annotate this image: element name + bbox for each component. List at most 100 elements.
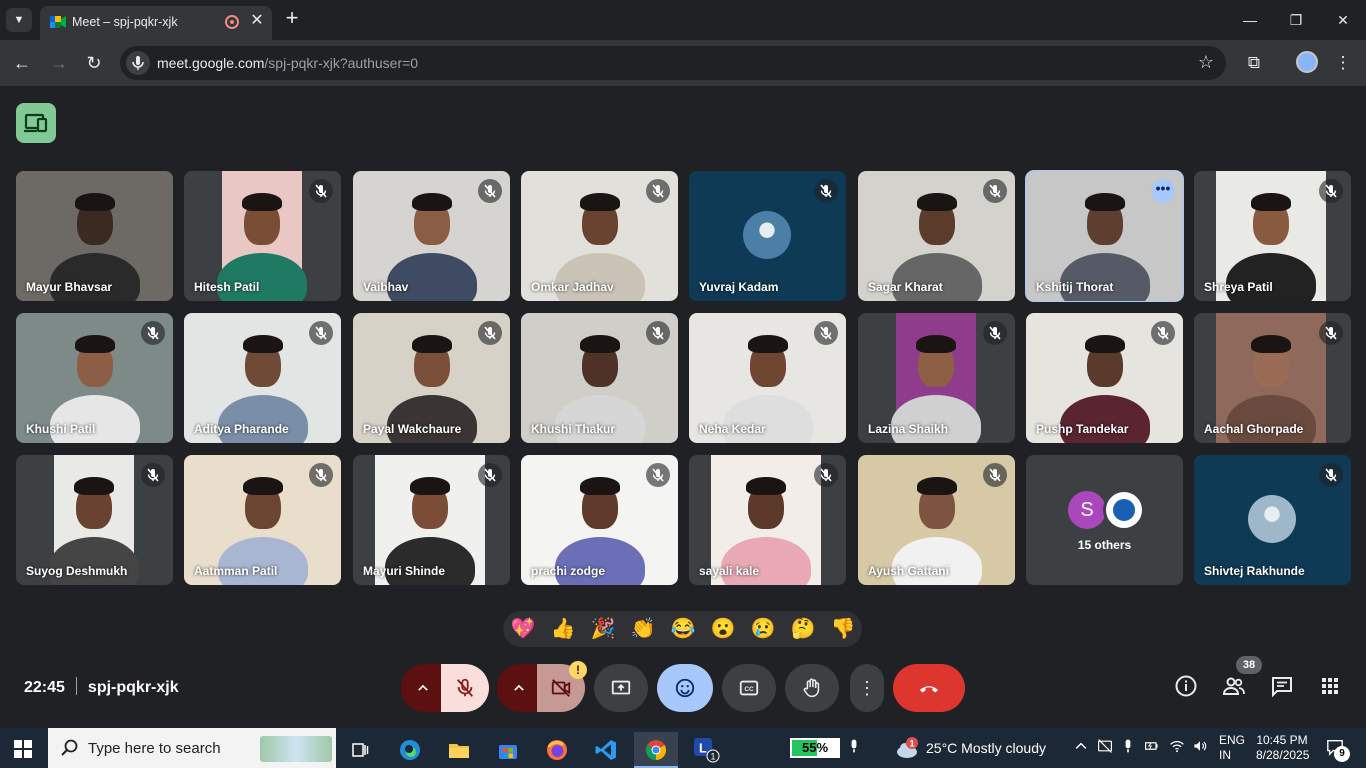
participant-tile[interactable]: prachi zodge <box>521 455 678 585</box>
microsoft-store-icon[interactable] <box>486 732 530 768</box>
lumi-app-icon[interactable]: L1 <box>684 732 728 768</box>
participant-tile[interactable]: Vaibhav <box>353 171 510 301</box>
reaction-emoji[interactable]: 🤔 <box>789 615 817 643</box>
language-indicator[interactable]: ENG IN <box>1219 733 1245 763</box>
captions-button[interactable]: CC <box>722 664 776 712</box>
forward-button[interactable]: → <box>45 49 73 77</box>
reaction-emoji[interactable]: 👏 <box>629 615 657 643</box>
close-tab-icon[interactable]: ✕ <box>248 12 266 30</box>
participant-tile[interactable]: Neha Kedar <box>689 313 846 443</box>
mic-off-icon <box>456 678 474 697</box>
muted-mic-icon <box>646 179 670 203</box>
participant-tile[interactable]: Khushi Thakur <box>521 313 678 443</box>
activities-icon[interactable] <box>1316 674 1344 702</box>
file-explorer-icon[interactable] <box>437 732 481 768</box>
power-icon[interactable] <box>1141 738 1163 757</box>
participant-tile[interactable]: Ayush Gattani <box>858 455 1015 585</box>
weather-text[interactable]: 25°C Mostly cloudy <box>926 740 1046 756</box>
reaction-emoji[interactable]: 🎉 <box>589 615 617 643</box>
muted-mic-icon <box>1319 321 1343 345</box>
reload-button[interactable]: ↻ <box>80 49 108 77</box>
participant-tile[interactable]: Aditya Pharande <box>184 313 341 443</box>
tile-more-options-icon[interactable]: ••• <box>1151 179 1175 203</box>
leave-call-button[interactable] <box>893 664 965 712</box>
tab-meet[interactable]: Meet – spj-pqkr-xjk ✕ <box>40 6 272 40</box>
mic-tray-icon[interactable] <box>1117 738 1139 757</box>
reaction-emoji[interactable]: 👍 <box>549 615 577 643</box>
address-bar[interactable]: meet.google.com/spj-pqkr-xjk?authuser=0 … <box>120 46 1226 80</box>
meeting-details-icon[interactable] <box>1172 674 1200 702</box>
participant-tile[interactable]: Suyog Deshmukh <box>16 455 173 585</box>
participant-tile[interactable]: sayali kale <box>689 455 846 585</box>
muted-mic-icon <box>983 463 1007 487</box>
participant-hair <box>747 335 788 353</box>
participant-tile[interactable]: Yuvraj Kadam <box>689 171 846 301</box>
reaction-emoji[interactable]: 💖 <box>509 615 537 643</box>
people-icon[interactable] <box>1220 674 1248 702</box>
participant-name: Khushi Thakur <box>531 422 616 436</box>
participant-tile[interactable]: Mayuri Shinde <box>353 455 510 585</box>
participant-tile[interactable]: Aatmman Patil <box>184 455 341 585</box>
more-options-button[interactable]: ⋮ <box>850 664 884 712</box>
microphone-off-button[interactable] <box>441 664 489 712</box>
close-window-button[interactable]: ✕ <box>1320 0 1366 40</box>
back-button[interactable]: ← <box>8 49 36 77</box>
participant-tile[interactable]: Mayur Bhavsar <box>16 171 173 301</box>
participant-tile[interactable]: S 15 others <box>1026 455 1183 585</box>
raise-hand-button[interactable] <box>785 664 839 712</box>
participant-tile[interactable]: Shreya Patil <box>1194 171 1351 301</box>
chat-icon[interactable] <box>1268 674 1296 702</box>
participant-tile[interactable]: Payal Wakchaure <box>353 313 510 443</box>
reaction-emoji[interactable]: 😮 <box>709 615 737 643</box>
new-tab-button[interactable]: + <box>282 7 302 29</box>
microphone-icon[interactable] <box>843 738 865 757</box>
meet-status-icon[interactable] <box>1094 738 1116 757</box>
battery-indicator[interactable]: 55% <box>790 738 840 758</box>
system-clock[interactable]: 10:45 PM 8/28/2025 <box>1256 733 1309 763</box>
edge-icon[interactable] <box>388 732 432 768</box>
emoji-icon <box>675 678 695 698</box>
participant-hair <box>74 193 115 211</box>
participant-name: Shivtej Rakhunde <box>1204 564 1305 578</box>
site-info-icon[interactable] <box>126 51 150 75</box>
audio-options-chevron[interactable] <box>401 664 445 712</box>
participant-name: Khushi Patil <box>26 422 96 436</box>
companion-mode-icon[interactable] <box>16 103 56 143</box>
participant-tile[interactable]: Pushp Tandekar <box>1026 313 1183 443</box>
firefox-icon[interactable] <box>535 732 579 768</box>
reaction-emoji[interactable]: 😂 <box>669 615 697 643</box>
participant-hair <box>579 193 620 211</box>
wifi-icon[interactable] <box>1166 738 1188 757</box>
video-options-chevron[interactable] <box>497 664 541 712</box>
reactions-button[interactable] <box>657 664 713 712</box>
participant-tile[interactable]: Khushi Patil <box>16 313 173 443</box>
reaction-emoji[interactable]: 👎 <box>829 615 857 643</box>
reaction-emoji[interactable]: 😢 <box>749 615 777 643</box>
participant-tile[interactable]: Hitesh Patil <box>184 171 341 301</box>
windows-taskbar: Type here to search L1 55% 1 25°C Mostly… <box>0 728 1366 768</box>
participant-tile[interactable]: Lazina Shaikh <box>858 313 1015 443</box>
task-view-icon[interactable] <box>338 732 382 768</box>
participant-tile[interactable]: Omkar Jadhav <box>521 171 678 301</box>
participant-tile[interactable]: Sagar Kharat <box>858 171 1015 301</box>
chrome-menu-icon[interactable]: ⋮ <box>1329 49 1357 77</box>
present-screen-button[interactable] <box>594 664 648 712</box>
cloudy-weather-icon[interactable]: 1 <box>894 736 922 760</box>
tab-search-button[interactable]: ▼ <box>6 8 32 32</box>
bookmark-star-icon[interactable]: ☆ <box>1198 52 1214 73</box>
vscode-icon[interactable] <box>584 732 628 768</box>
participant-tile[interactable]: Shivtej Rakhunde <box>1194 455 1351 585</box>
participant-tile[interactable]: Aachal Ghorpade <box>1194 313 1351 443</box>
extensions-icon[interactable]: ⧉ <box>1240 49 1268 77</box>
participant-tile[interactable]: ••• Kshitij Thorat <box>1025 170 1184 302</box>
restore-button[interactable]: ❐ <box>1273 0 1319 40</box>
profile-avatar[interactable] <box>1296 51 1318 73</box>
windows-start-icon[interactable] <box>14 740 32 758</box>
show-hidden-icons-icon[interactable] <box>1070 738 1092 757</box>
taskbar-search-box[interactable]: Type here to search <box>48 728 336 768</box>
camera-warning-icon[interactable]: ! <box>569 661 587 679</box>
volume-icon[interactable] <box>1189 738 1211 757</box>
chrome-icon[interactable] <box>634 732 678 768</box>
participant-hair <box>1084 193 1125 211</box>
minimize-button[interactable]: — <box>1227 0 1273 40</box>
